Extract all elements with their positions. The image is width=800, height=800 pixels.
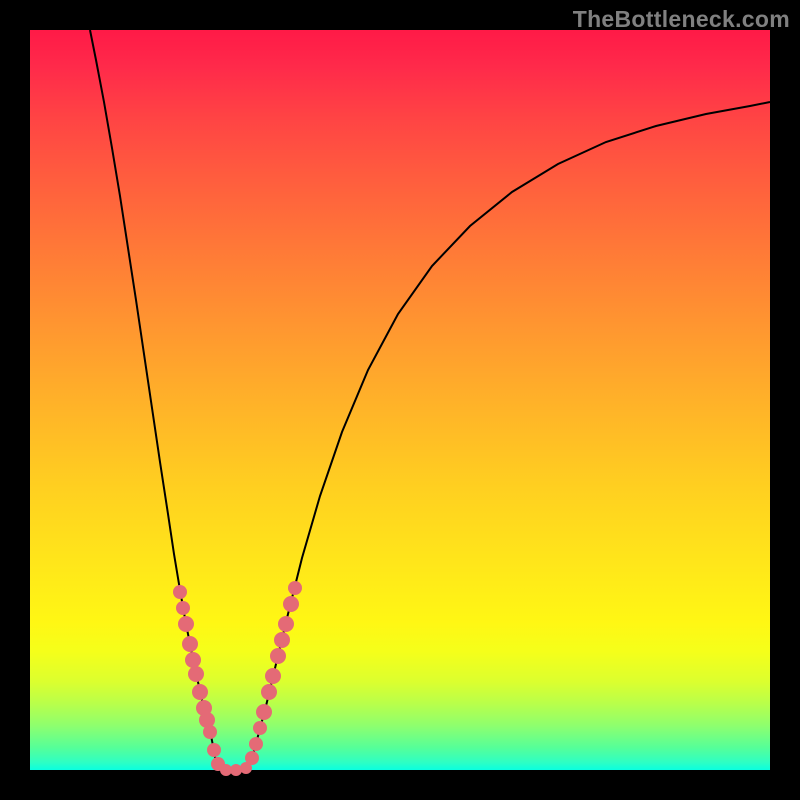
data-dot xyxy=(256,704,272,720)
plot-area xyxy=(30,30,770,770)
data-dot xyxy=(265,668,281,684)
data-dot xyxy=(270,648,286,664)
data-dot xyxy=(261,684,277,700)
data-dot xyxy=(249,737,263,751)
data-dot xyxy=(274,632,290,648)
data-dot xyxy=(245,751,259,765)
data-dot xyxy=(192,684,208,700)
data-dot xyxy=(207,743,221,757)
data-dot xyxy=(182,636,198,652)
chart-frame: TheBottleneck.com xyxy=(0,0,800,800)
data-dot xyxy=(173,585,187,599)
data-dot xyxy=(288,581,302,595)
data-dot xyxy=(278,616,294,632)
data-dot xyxy=(230,764,242,776)
watermark-text: TheBottleneck.com xyxy=(573,6,790,33)
data-dot xyxy=(283,596,299,612)
data-dot xyxy=(203,725,217,739)
data-dot xyxy=(253,721,267,735)
data-dot xyxy=(185,652,201,668)
data-dot xyxy=(176,601,190,615)
data-dot xyxy=(188,666,204,682)
chart-svg xyxy=(30,30,770,770)
data-dot xyxy=(178,616,194,632)
